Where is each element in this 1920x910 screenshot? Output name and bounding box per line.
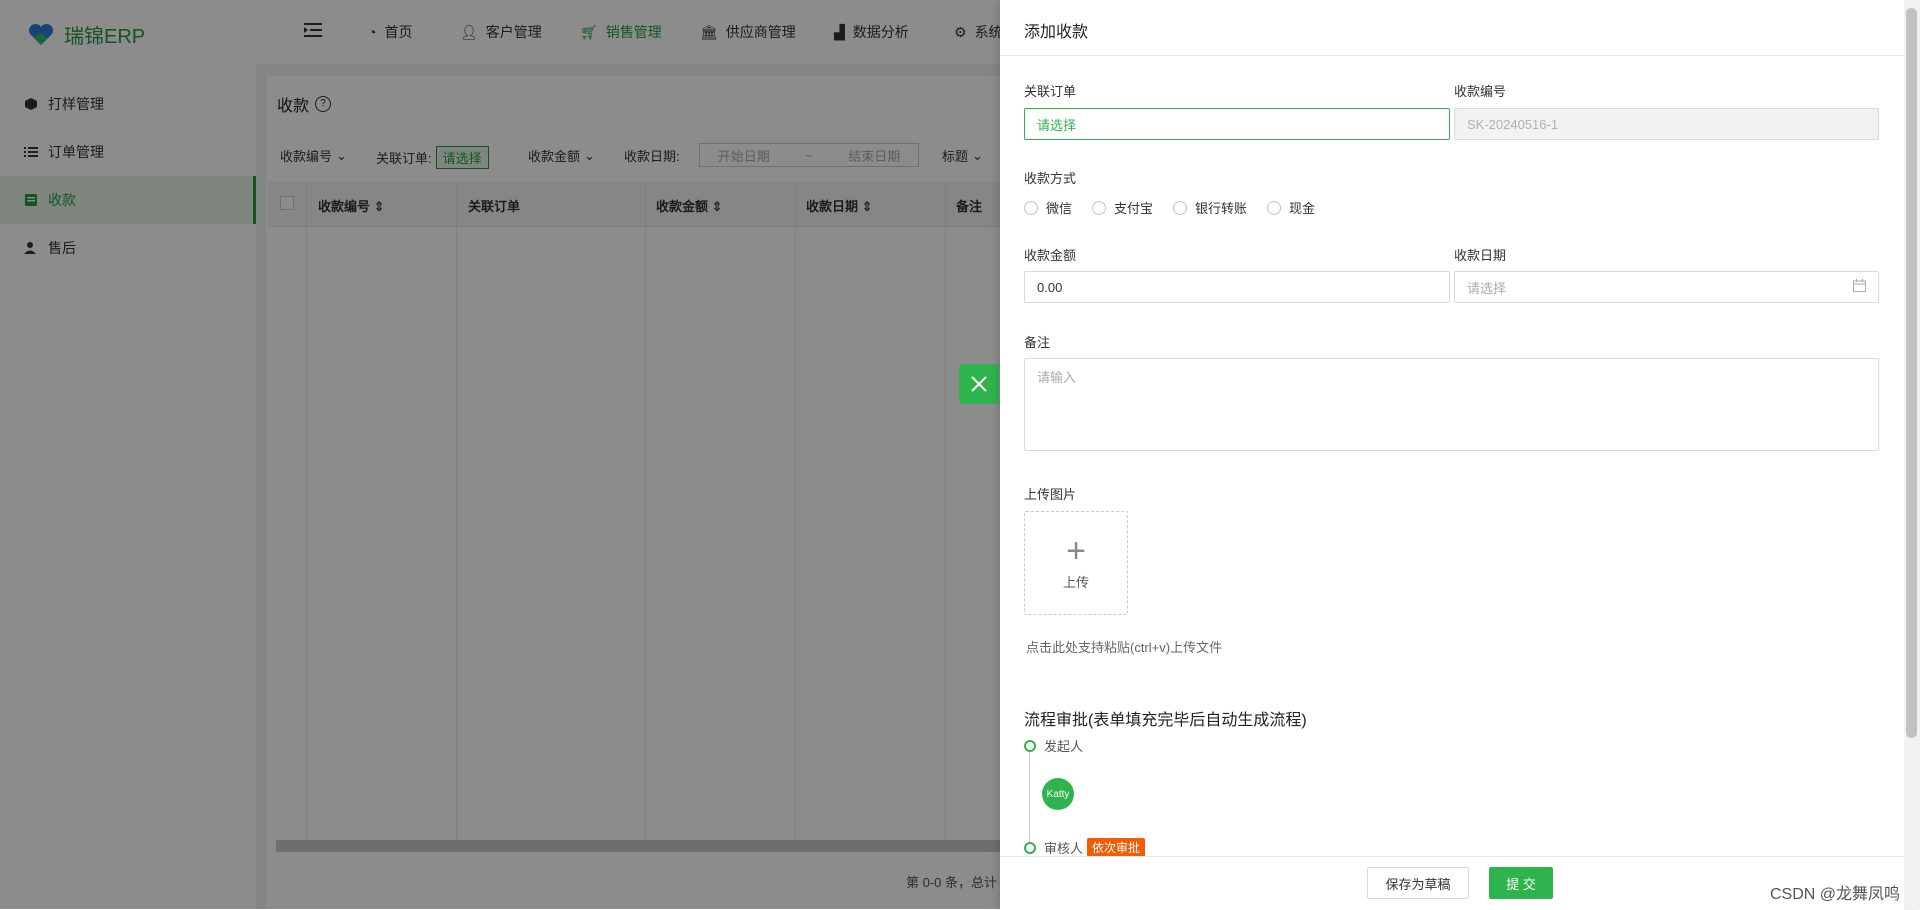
date-picker-field[interactable]: 请选择 — [1454, 271, 1879, 303]
upload-button[interactable]: + 上传 — [1024, 511, 1128, 615]
radio-wechat[interactable]: 微信 — [1024, 198, 1072, 217]
upload-label: 上传图片 — [1024, 487, 1077, 502]
sequential-approval-badge: 依次审批 — [1087, 838, 1146, 857]
order-select-field[interactable]: 请选择 — [1024, 108, 1450, 140]
radio-circle — [1267, 200, 1282, 215]
flow-step-reviewer: 审核人 依次审批 — [1024, 838, 1146, 857]
radio-circle — [1024, 200, 1038, 215]
flow-step-initiator: 发起人 — [1024, 736, 1083, 755]
drawer-close-button[interactable] — [959, 364, 999, 404]
radio-bank-transfer[interactable]: 银行转账 — [1173, 198, 1247, 217]
remark-label: 备注 — [1024, 335, 1051, 350]
timeline-dot — [1024, 739, 1036, 752]
watermark: CSDN @龙舞凤鸣 — [1770, 886, 1901, 903]
amount-label: 收款金额 — [1024, 248, 1077, 263]
radio-circle — [1092, 200, 1107, 215]
timeline-dot — [1024, 841, 1036, 854]
radio-alipay[interactable]: 支付宝 — [1092, 198, 1153, 217]
date-label: 收款日期 — [1454, 248, 1507, 263]
flow-timeline-line — [1029, 748, 1030, 848]
method-radio-group: 微信 支付宝 银行转账 现金 — [1024, 198, 1315, 217]
approval-flow-title: 流程审批(表单填充完毕后自动生成流程) — [1024, 712, 1307, 729]
remark-textarea[interactable]: 请输入 — [1024, 358, 1879, 451]
close-icon — [971, 376, 987, 392]
save-draft-button[interactable]: 保存为草稿 — [1367, 867, 1469, 899]
amount-field[interactable]: 0.00 — [1024, 271, 1450, 303]
order-label: 关联订单 — [1024, 84, 1077, 99]
drawer-header — [1000, 0, 1904, 56]
calendar-icon — [1853, 279, 1866, 295]
paste-upload-hint[interactable]: 点击此处支持粘贴(ctrl+v)上传文件 — [1026, 637, 1222, 656]
modal-mask[interactable] — [0, 0, 1000, 909]
radio-cash[interactable]: 现金 — [1267, 198, 1315, 217]
code-field: SK-20240516-1 — [1454, 108, 1879, 140]
scrollbar-thumb[interactable] — [1906, 8, 1917, 738]
code-label: 收款编号 — [1454, 84, 1507, 99]
avatar: Katty — [1042, 778, 1074, 810]
radio-circle — [1173, 200, 1188, 215]
drawer-title: 添加收款 — [1024, 24, 1089, 41]
plus-icon: + — [1066, 531, 1086, 570]
method-label: 收款方式 — [1024, 171, 1077, 186]
submit-button[interactable]: 提 交 — [1489, 867, 1553, 899]
